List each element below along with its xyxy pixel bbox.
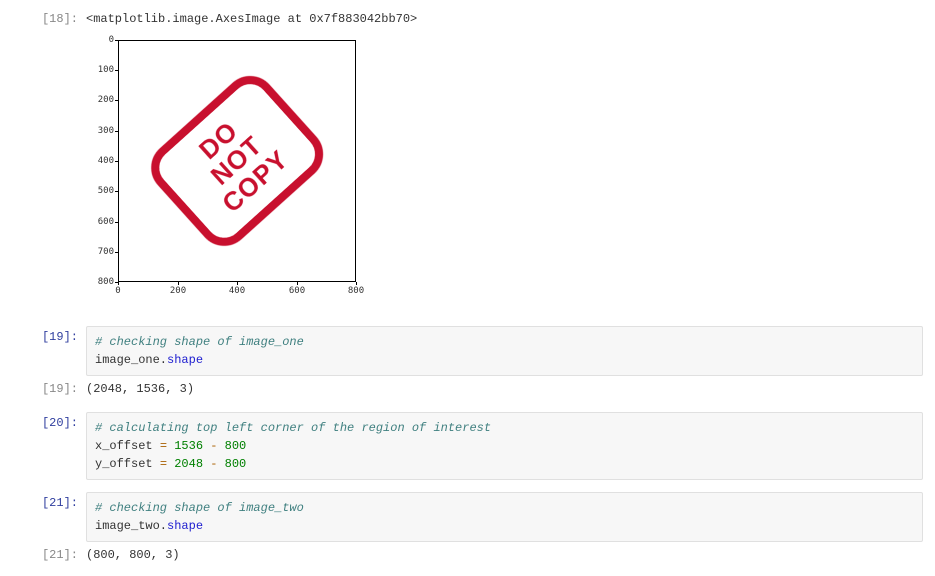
ytick-label: 800 <box>98 277 114 287</box>
in-prompt-20: [20]: <box>0 412 86 434</box>
code-op: = <box>160 439 167 453</box>
ytick-label: 300 <box>98 126 114 136</box>
input-cell-20: [20]: # calculating top left corner of t… <box>0 412 935 480</box>
output-cell-21: [21]: (800, 800, 3) <box>0 544 935 566</box>
code-attr: shape <box>167 519 203 533</box>
comment: # checking shape of image_two <box>95 501 304 515</box>
xtick-label: 400 <box>229 286 245 296</box>
ytick-label: 100 <box>98 65 114 75</box>
output-cell-19: [19]: (2048, 1536, 3) <box>0 378 935 400</box>
axes-image-plot: 0 100 200 300 400 500 600 700 800 0 <box>86 34 364 304</box>
ytick-label: 500 <box>98 186 114 196</box>
ytick-label: 0 <box>109 35 114 45</box>
out-prompt-18-blank <box>0 32 86 40</box>
code-text: x_offset <box>95 439 160 453</box>
in-prompt-19: [19]: <box>0 326 86 348</box>
in-prompt-21: [21]: <box>0 492 86 514</box>
code-attr: shape <box>167 353 203 367</box>
stamp-border: DO NOT COPY <box>141 66 334 257</box>
output-text-21: (800, 800, 3) <box>86 544 923 566</box>
output-cell-18-repr: [18]: <matplotlib.image.AxesImage at 0x7… <box>0 8 935 30</box>
ytick-label: 400 <box>98 156 114 166</box>
ytick-label: 600 <box>98 217 114 227</box>
chart-container: 0 100 200 300 400 500 600 700 800 0 <box>86 32 923 314</box>
xtick-mark <box>297 282 298 285</box>
xtick-mark <box>178 282 179 285</box>
xtick-label: 600 <box>289 286 305 296</box>
input-cell-21: [21]: # checking shape of image_two imag… <box>0 492 935 542</box>
ytick-label: 700 <box>98 247 114 257</box>
code-op: - <box>203 439 225 453</box>
comment: # calculating top left corner of the reg… <box>95 421 491 435</box>
code-op: - <box>203 457 225 471</box>
code-input-19[interactable]: # checking shape of image_one image_one.… <box>86 326 923 376</box>
xtick-label: 0 <box>115 286 120 296</box>
xtick-mark <box>237 282 238 285</box>
xtick-mark <box>356 282 357 285</box>
code-num: 800 <box>225 439 247 453</box>
code-input-21[interactable]: # checking shape of image_two image_two.… <box>86 492 923 542</box>
plot-area: DO NOT COPY <box>118 40 356 282</box>
out-prompt-19: [19]: <box>0 378 86 400</box>
input-cell-19: [19]: # checking shape of image_one imag… <box>0 326 935 376</box>
out-prompt-18: [18]: <box>0 8 86 30</box>
code-text: image_one. <box>95 353 167 367</box>
ytick-label: 200 <box>98 95 114 105</box>
code-text: y_offset <box>95 457 160 471</box>
code-num: 2048 <box>174 457 203 471</box>
output-cell-18-image: 0 100 200 300 400 500 600 700 800 0 <box>0 32 935 314</box>
do-not-copy-stamp: DO NOT COPY <box>141 66 334 257</box>
code-op: = <box>160 457 167 471</box>
code-num: 1536 <box>174 439 203 453</box>
code-input-20[interactable]: # calculating top left corner of the reg… <box>86 412 923 480</box>
comment: # checking shape of image_one <box>95 335 304 349</box>
xtick-label: 200 <box>170 286 186 296</box>
code-num: 800 <box>225 457 247 471</box>
xtick-label: 800 <box>348 286 364 296</box>
out-prompt-21: [21]: <box>0 544 86 566</box>
xtick-mark <box>118 282 119 285</box>
output-text-18: <matplotlib.image.AxesImage at 0x7f88304… <box>86 8 923 30</box>
output-text-19: (2048, 1536, 3) <box>86 378 923 400</box>
code-text: image_two. <box>95 519 167 533</box>
